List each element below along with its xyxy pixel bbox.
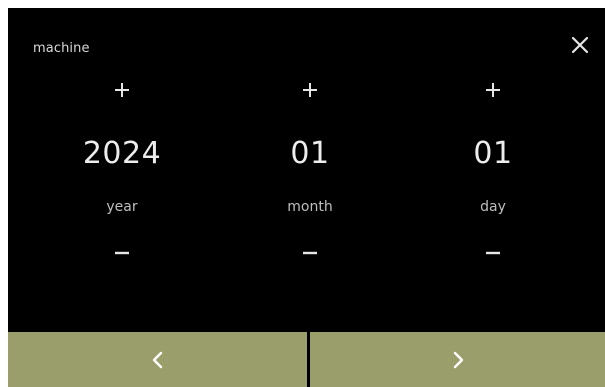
year-column: 2024 year xyxy=(42,63,202,283)
day-decrement-button[interactable] xyxy=(478,245,508,261)
day-column: 01 day xyxy=(413,63,573,283)
screen-title: machine xyxy=(33,41,90,56)
month-value: 01 xyxy=(290,136,330,171)
plus-icon xyxy=(115,83,129,97)
month-column: 01 month xyxy=(230,63,390,283)
navigation-bar xyxy=(8,332,605,387)
year-value: 2024 xyxy=(82,136,162,171)
minus-icon xyxy=(486,251,500,255)
day-label: day xyxy=(480,199,506,215)
date-setting-screen: machine 2024 year 01 month 01 day xyxy=(8,8,605,387)
day-value: 01 xyxy=(473,136,513,171)
chevron-right-icon xyxy=(453,351,463,368)
day-increment-button[interactable] xyxy=(478,75,508,105)
month-label: month xyxy=(287,199,333,215)
month-increment-button[interactable] xyxy=(295,75,325,105)
minus-icon xyxy=(115,251,129,255)
year-decrement-button[interactable] xyxy=(107,245,137,261)
minus-icon xyxy=(303,251,317,255)
plus-icon xyxy=(486,83,500,97)
year-label: year xyxy=(106,199,138,215)
year-increment-button[interactable] xyxy=(107,75,137,105)
chevron-left-icon xyxy=(152,351,162,368)
previous-button[interactable] xyxy=(8,332,307,387)
close-icon xyxy=(571,36,589,54)
plus-icon xyxy=(303,83,317,97)
month-decrement-button[interactable] xyxy=(295,245,325,261)
close-button[interactable] xyxy=(568,33,592,57)
next-button[interactable] xyxy=(310,332,605,387)
